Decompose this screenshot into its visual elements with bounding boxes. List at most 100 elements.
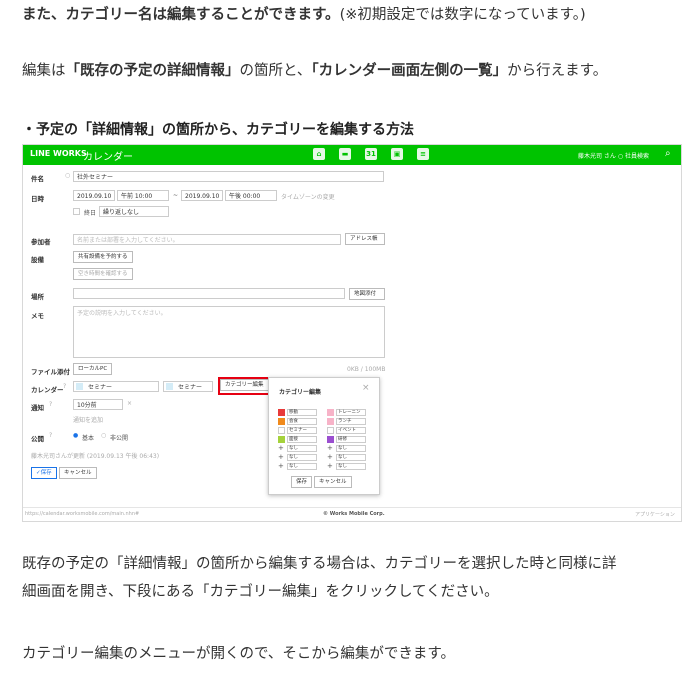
category-name-input[interactable]: 面接 (287, 435, 317, 443)
user-name[interactable]: 藤木光司 さん ○ 社員検索 (578, 151, 649, 160)
contacts-icon[interactable]: ▣ (391, 148, 403, 160)
file-label: ファイル添付 (31, 368, 70, 376)
public-basic-label: 基本 (82, 435, 95, 442)
map-attach-button[interactable]: 地図添付 (349, 288, 385, 300)
category-name-input[interactable]: 会食 (287, 417, 317, 425)
facility-reserve-button[interactable]: 共有設備を予約する (73, 251, 133, 263)
add-color-icon[interactable]: + (278, 444, 285, 452)
category-item[interactable]: イベント (327, 426, 366, 434)
category-name-input[interactable]: ランチ (336, 417, 366, 425)
category-item[interactable]: セミナー (278, 426, 317, 434)
repeat-select[interactable]: 繰り返しなし (99, 206, 169, 217)
timezone-link[interactable]: タイムゾーンの変更 (281, 192, 335, 201)
address-book-button[interactable]: アドレス帳 (345, 233, 385, 245)
bold-text: 「カレンダー画面左側の一覧」 (311, 63, 508, 79)
notify-select[interactable]: 10分前 (73, 399, 123, 410)
category-color-swatch[interactable] (327, 426, 334, 434)
category-item[interactable]: + なし (327, 444, 366, 452)
memo-textarea[interactable]: 予定の説明を入力してください。 (73, 306, 385, 358)
add-color-icon[interactable]: + (327, 444, 334, 452)
calendar-screenshot: LINE WORKS カレンダー ⌂ ▬ 31 ▣ ≡ 藤木光司 さん ○ 社員… (22, 144, 682, 522)
app-title: カレンダー (83, 152, 133, 163)
category-item[interactable]: 研修 (327, 435, 366, 443)
category-color-swatch[interactable] (278, 435, 285, 443)
text: から行えます。 (507, 63, 608, 79)
paragraph-bold: また、カテゴリー名は編集することができます。 (22, 7, 340, 23)
category-item[interactable]: ランチ (327, 417, 366, 425)
start-time-select[interactable]: 午前 10:00 (117, 190, 169, 201)
cancel-button[interactable]: キャンセル (59, 467, 97, 479)
section-heading: ・予定の「詳細情報」の箇所から、カテゴリーを編集する方法 (22, 122, 414, 138)
save-button[interactable]: ✓保存 (31, 467, 57, 479)
category-name-input[interactable]: なし (287, 462, 317, 470)
radio-icon[interactable]: ○ (101, 432, 106, 439)
category-item[interactable]: + なし (278, 453, 317, 461)
add-color-icon[interactable]: + (278, 453, 285, 461)
category-name-input[interactable]: なし (287, 444, 317, 452)
category-name-input[interactable]: 移動 (287, 408, 317, 416)
allday-label: 終日 (84, 210, 97, 217)
category-color-swatch[interactable] (278, 408, 285, 416)
add-color-icon[interactable]: + (327, 453, 334, 461)
popup-save-button[interactable]: 保存 (291, 476, 313, 488)
category-item[interactable]: + なし (327, 453, 366, 461)
category-name-input[interactable]: イベント (336, 426, 366, 434)
calendar-icon[interactable]: 31 (365, 148, 377, 160)
category-name-input[interactable]: 研修 (336, 435, 366, 443)
paragraph-category-name: また、カテゴリー名は編集することができます。(※初期設定では数字になっています。… (22, 2, 586, 30)
title-label: 件名 (31, 175, 44, 183)
category-name-input[interactable]: なし (336, 453, 366, 461)
apps-link[interactable]: アプリケーション (635, 511, 675, 518)
title-input[interactable]: 社外セミナー (73, 171, 384, 182)
category-name-input[interactable]: なし (287, 453, 317, 461)
category-color-swatch[interactable] (327, 435, 334, 443)
search-icon[interactable]: ⌕ (665, 148, 671, 159)
chat-icon[interactable]: ▬ (339, 148, 351, 160)
start-date-field[interactable]: 2019.09.10 (73, 190, 115, 201)
category-name-input[interactable]: トレーニン (336, 408, 366, 416)
category-item[interactable]: 移動 (278, 408, 317, 416)
place-input[interactable] (73, 288, 345, 299)
help-icon[interactable]: ? (63, 383, 66, 390)
category-item[interactable]: トレーニン (327, 408, 366, 416)
allday-checkbox[interactable] (73, 208, 80, 215)
add-color-icon[interactable]: + (327, 462, 334, 470)
category-item[interactable]: + なし (278, 444, 317, 452)
category-color-swatch[interactable] (278, 426, 285, 434)
category-name-input[interactable]: なし (336, 444, 366, 452)
attendee-input[interactable]: 名前または部署を入力してください。 (73, 234, 341, 245)
paragraph-instructions: 既存の予定の「詳細情報」の箇所から編集する場合は、カテゴリーを選択した時と同様に… (22, 551, 617, 606)
employee-search-label[interactable]: 社員検索 (625, 153, 649, 160)
help-icon[interactable]: ? (49, 401, 52, 408)
popup-cancel-button[interactable]: キャンセル (314, 476, 352, 488)
category-edit-popup: カテゴリー編集 × 移動 会食 セミナー 面接 + なし + なし + なし トレーニン ランチ イベ… (268, 377, 380, 495)
home-icon[interactable]: ⌂ (313, 148, 325, 160)
calendar-select[interactable]: セミナー (73, 381, 159, 392)
category-item[interactable]: + なし (327, 462, 366, 470)
close-icon[interactable]: × (127, 400, 132, 407)
free-time-button[interactable]: 空き時間を確認する (73, 268, 133, 280)
status-url: https://calendar.worksmobile.com/main.nh… (25, 511, 140, 517)
help-icon[interactable]: ? (49, 432, 52, 439)
paragraph-note: (※初期設定では数字になっています。) (339, 7, 586, 23)
category-item[interactable]: + なし (278, 462, 317, 470)
add-color-icon[interactable]: + (278, 462, 285, 470)
category-name-input[interactable]: なし (336, 462, 366, 470)
mail-icon[interactable]: ≡ (417, 148, 429, 160)
category-name-input[interactable]: セミナー (287, 426, 317, 434)
end-time-select[interactable]: 午後 00:00 (225, 190, 277, 201)
save-label: 保存 (40, 470, 52, 476)
category-item[interactable]: 会食 (278, 417, 317, 425)
category-color-swatch[interactable] (327, 417, 334, 425)
notify-add-link[interactable]: 通知を追加 (73, 415, 103, 424)
category-color-swatch[interactable] (327, 408, 334, 416)
close-icon[interactable]: × (362, 383, 370, 393)
paragraph-edit-locations: 編集は「既存の予定の詳細情報」の箇所と、「カレンダー画面左側の一覧」から行えます… (22, 58, 607, 86)
radio-selected-icon[interactable]: ● (73, 432, 78, 439)
category-color-swatch[interactable] (278, 417, 285, 425)
end-date-field[interactable]: 2019.09.10 (181, 190, 223, 201)
place-label: 場所 (31, 293, 44, 301)
category-item[interactable]: 面接 (278, 435, 317, 443)
local-pc-button[interactable]: ローカルPC (73, 363, 113, 375)
public-label: 公開 (31, 435, 44, 443)
